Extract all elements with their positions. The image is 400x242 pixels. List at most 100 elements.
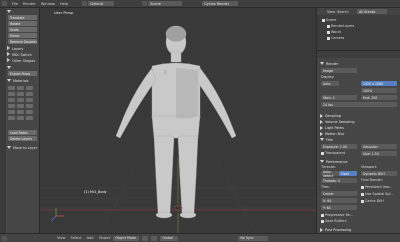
rotate-button[interactable]: Rotate [8,21,37,26]
properties-tabs[interactable] [317,51,400,58]
mat-slot-button[interactable] [8,104,15,108]
3d-viewport[interactable] [40,8,316,234]
outliner-item-scene[interactable]: Scene [322,18,336,22]
mat-slot-button[interactable] [17,86,24,90]
threads-count-field[interactable]: Threads: 4 [321,178,357,183]
menu-window[interactable]: Window [41,2,55,6]
layout-dropdown[interactable]: Default [88,1,115,6]
outliner-search-menu[interactable]: Search [337,10,349,14]
viewport-bvh-dropdown[interactable]: Dynamic BVH [361,171,397,176]
orientation-dropdown[interactable]: Global [160,235,179,241]
export-props-button[interactable]: Export Props [8,71,37,76]
scale-button[interactable]: Scale [8,27,37,32]
menu-add[interactable]: Add [87,236,94,240]
tile-x-field[interactable]: X: 64 [321,198,357,203]
outliner-item-camera[interactable]: Camera [327,36,344,40]
render-engine-dropdown[interactable]: Cycles Render [202,1,239,6]
mat-slot-button[interactable] [26,98,33,102]
cache-bvh-checkbox[interactable]: Cache BVH [361,199,384,203]
panel-layers-header[interactable]: Layers [7,46,39,51]
mode-dropdown[interactable]: Object Mode [113,235,140,241]
mat-slot-button[interactable] [17,104,24,108]
transparent-checkbox[interactable]: Transparent [321,151,345,155]
outliner[interactable]: View Search All Scenes Scene RenderLayer… [316,8,400,50]
tool-tabs[interactable] [0,8,6,233]
character-mesh[interactable] [115,25,237,219]
mirror-button[interactable]: Mirror [8,33,37,38]
outliner-display-mode[interactable]: All Scenes [357,9,387,14]
outliner-view-menu[interactable]: View [327,10,335,14]
tile-order-dropdown[interactable]: Center [321,191,357,196]
mat-slot-button[interactable] [17,110,24,114]
panel-volume-sampling-header[interactable]: Volume Sampling [320,119,398,124]
mat-slot-button[interactable] [26,92,33,96]
panel-sampling-header[interactable]: Sampling [320,113,398,118]
mat-slot-button[interactable] [26,116,33,120]
threads-fixed-button[interactable]: Fixed [339,171,357,176]
editor-type-icon[interactable] [2,235,7,241]
persistent-images-checkbox[interactable]: Persistent Ima... [361,185,392,189]
panel-move-to-layer-header[interactable]: Move to Layer [7,146,39,150]
outliner-item-world[interactable]: World [327,30,341,34]
mat-slot-button[interactable] [8,116,15,120]
start-frame-field[interactable]: Start: 1 [321,95,357,100]
mat-slot-button[interactable] [26,86,33,90]
mat-slot-button[interactable] [17,98,24,102]
menu-view[interactable]: View [57,236,66,240]
save-buffers-checkbox[interactable]: Save Buffers [321,219,346,223]
menu-object[interactable]: Object [99,236,111,240]
panel-render-header[interactable]: Render [320,61,398,66]
mat-slot-button[interactable] [17,116,24,120]
mat-slot-button[interactable] [26,104,33,108]
filter-size-field[interactable]: Size: 1.50 [361,151,397,156]
panel-mdl-switch-header[interactable]: MDL Switch [7,52,39,57]
outliner-item-renderlayers[interactable]: RenderLayers [327,24,354,28]
panel-transform-header[interactable] [7,10,39,14]
end-frame-field[interactable]: End: 250 [361,95,397,100]
auto-button[interactable]: Auto [321,81,339,86]
panel-post-processing-header[interactable]: Post Processing [320,227,398,232]
load-rates-button[interactable]: Load Rates [8,130,37,135]
resolution-field[interactable]: 1920 x 1080 [361,81,397,86]
exposure-field[interactable]: Exposure: 1.00 [321,144,357,149]
editor-type-icon[interactable] [2,1,7,6]
sync-dropdown[interactable]: No Sync [238,235,269,241]
translate-button[interactable]: Translate [8,15,37,20]
layout-icon[interactable] [82,1,88,6]
mat-slot-button[interactable] [26,110,33,114]
remove-doubles-button[interactable]: Remove Doubles [8,39,37,44]
shading-dropdown[interactable] [142,235,149,241]
use-spatial-splits-checkbox[interactable]: Use Spatial Spl... [361,192,394,196]
menu-render[interactable]: Render [23,2,36,6]
panel-export-header[interactable] [7,66,39,70]
scene-dropdown[interactable]: Scene [148,1,183,6]
menu-help[interactable]: Help [60,2,68,6]
menu-file[interactable]: File [12,2,18,6]
mat-slot-button[interactable] [8,98,15,102]
gaussian-dropdown[interactable]: Gaussian [361,144,397,149]
pivot-dropdown[interactable] [151,235,158,241]
panel-light-paths-header[interactable]: Light Paths [320,125,398,130]
viewport-scene [40,25,316,234]
view-name-label: User Persp [54,11,74,15]
panel-other-shapes-header[interactable]: Other Shapes [7,58,39,63]
mat-slot-button[interactable] [17,92,24,96]
progressive-refine-checkbox[interactable]: Progressive Re... [321,213,353,217]
percent-field[interactable]: 100% [361,88,397,93]
mat-slot-button[interactable] [8,86,15,90]
display-dropdown[interactable]: Image [321,68,357,73]
mat-slot-button[interactable] [8,110,15,114]
panel-motion-blur-header[interactable]: Motion Blur [320,131,398,136]
scene-icon[interactable] [142,1,148,6]
panel-film-header[interactable]: Film [320,137,398,142]
threads-label: Threads: [321,165,336,169]
frame-rate-field[interactable]: 24 fps [321,102,397,107]
mat-slot-button[interactable] [8,92,15,96]
menu-select[interactable]: Select [71,236,82,240]
panel-performance-header[interactable]: Performance [320,159,398,164]
panel-materials-header[interactable]: Materials [7,79,39,83]
tile-y-field[interactable]: Y: 64 [321,205,357,210]
properties-editor[interactable]: Render Image Display: Auto 1920 x 1080 1… [316,50,400,233]
threads-auto-button[interactable]: Auto-detect [321,170,339,178]
delete-layers-button[interactable]: Delete Layers [8,136,37,141]
